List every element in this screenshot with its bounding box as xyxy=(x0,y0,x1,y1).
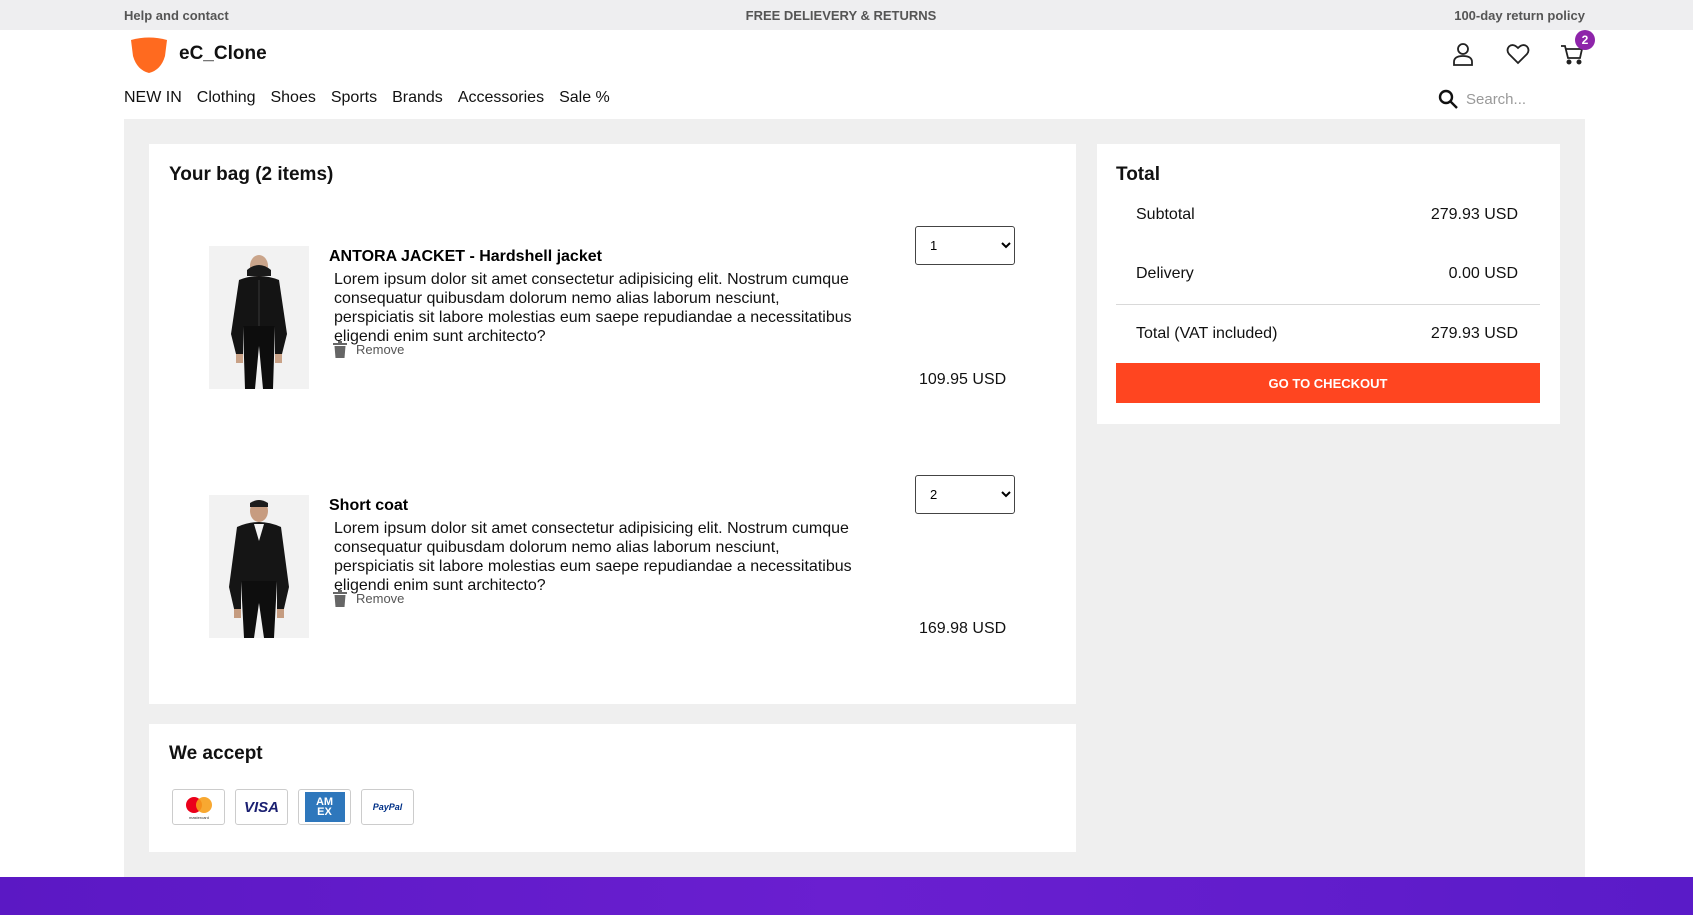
product-price: 109.95 USD xyxy=(919,371,1007,388)
subtotal-value: 279.93 USD xyxy=(1430,206,1518,223)
nav-item-accessories[interactable]: Accessories xyxy=(458,89,544,107)
nav-item-shoes[interactable]: Shoes xyxy=(270,89,315,107)
payment-methods-card: We accept mastercard VISA AM EX PayPal xyxy=(149,724,1076,852)
trash-icon xyxy=(333,341,347,358)
brand-name[interactable]: eC_Clone xyxy=(179,43,267,65)
product-image[interactable] xyxy=(209,495,309,638)
free-delivery-banner: FREE DELIEVERY & RETURNS xyxy=(745,8,937,23)
product-description: Lorem ipsum dolor sit amet consectetur a… xyxy=(334,520,852,594)
product-image[interactable] xyxy=(209,246,309,389)
remove-label: Remove xyxy=(356,342,405,357)
footer-bar xyxy=(0,877,1693,915)
return-policy-link[interactable]: 100-day return policy xyxy=(1454,8,1585,23)
product-name[interactable]: ANTORA JACKET - Hardshell jacket xyxy=(329,248,602,266)
summary-divider xyxy=(1116,304,1540,305)
search-input[interactable] xyxy=(1466,86,1576,112)
amex-icon: AM EX xyxy=(298,789,351,825)
nav-item-sale[interactable]: Sale % xyxy=(559,89,610,107)
delivery-row: Delivery 0.00 USD xyxy=(1136,265,1518,283)
visa-icon: VISA xyxy=(235,789,288,825)
product-name[interactable]: Short coat xyxy=(329,497,408,515)
subtotal-row: Subtotal 279.93 USD xyxy=(1136,206,1518,224)
remove-label: Remove xyxy=(356,591,405,606)
summary-title: Total xyxy=(1116,164,1160,185)
mastercard-icon: mastercard xyxy=(172,789,225,825)
order-summary-card: Total Subtotal 279.93 USD Delivery 0.00 … xyxy=(1097,144,1560,424)
nav-item-brands[interactable]: Brands xyxy=(392,89,443,107)
shopping-bag-logo-icon[interactable] xyxy=(129,36,169,74)
trash-icon xyxy=(333,590,347,607)
checkout-button[interactable]: GO TO CHECKOUT xyxy=(1116,363,1540,403)
total-label: Total (VAT included) xyxy=(1136,325,1278,342)
quantity-select[interactable]: 1 2 3 4 5 xyxy=(915,226,1015,265)
bag-item: ANTORA JACKET - Hardshell jacket Lorem i… xyxy=(149,224,1076,424)
main-nav: NEW IN Clothing Shoes Sports Brands Acce… xyxy=(124,89,610,107)
payments-title: We accept xyxy=(169,743,263,764)
jacket-image-icon xyxy=(209,246,309,389)
nav-item-new-in[interactable]: NEW IN xyxy=(124,89,182,107)
cart-count-badge: 2 xyxy=(1575,30,1595,50)
product-price: 169.98 USD xyxy=(919,620,1007,637)
subtotal-label: Subtotal xyxy=(1136,206,1195,223)
bag-item: Short coat Lorem ipsum dolor sit amet co… xyxy=(149,473,1076,673)
remove-button[interactable]: Remove xyxy=(333,590,404,607)
delivery-value: 0.00 USD xyxy=(1448,265,1518,282)
amex-text: AM EX xyxy=(315,796,334,818)
visa-text: VISA xyxy=(243,798,279,816)
mastercard-text: mastercard xyxy=(188,815,208,820)
total-row: Total (VAT included) 279.93 USD xyxy=(1136,325,1518,343)
paypal-text: PayPal xyxy=(372,802,403,812)
heart-icon[interactable] xyxy=(1504,40,1532,68)
total-value: 279.93 USD xyxy=(1430,325,1518,342)
nav-item-sports[interactable]: Sports xyxy=(331,89,377,107)
coat-image-icon xyxy=(209,495,309,638)
delivery-label: Delivery xyxy=(1136,265,1194,282)
search-icon[interactable] xyxy=(1437,88,1459,110)
quantity-select[interactable]: 1 2 3 4 5 xyxy=(915,475,1015,514)
paypal-icon: PayPal xyxy=(361,789,414,825)
user-icon[interactable] xyxy=(1449,40,1477,68)
bag-card: Your bag (2 items) ANTORA JACKET - Hards… xyxy=(149,144,1076,704)
top-utility-bar: Help and contact FREE DELIEVERY & RETURN… xyxy=(0,0,1693,30)
nav-item-clothing[interactable]: Clothing xyxy=(197,89,256,107)
product-description: Lorem ipsum dolor sit amet consectetur a… xyxy=(334,271,852,345)
remove-button[interactable]: Remove xyxy=(333,341,404,358)
bag-title: Your bag (2 items) xyxy=(169,164,334,185)
